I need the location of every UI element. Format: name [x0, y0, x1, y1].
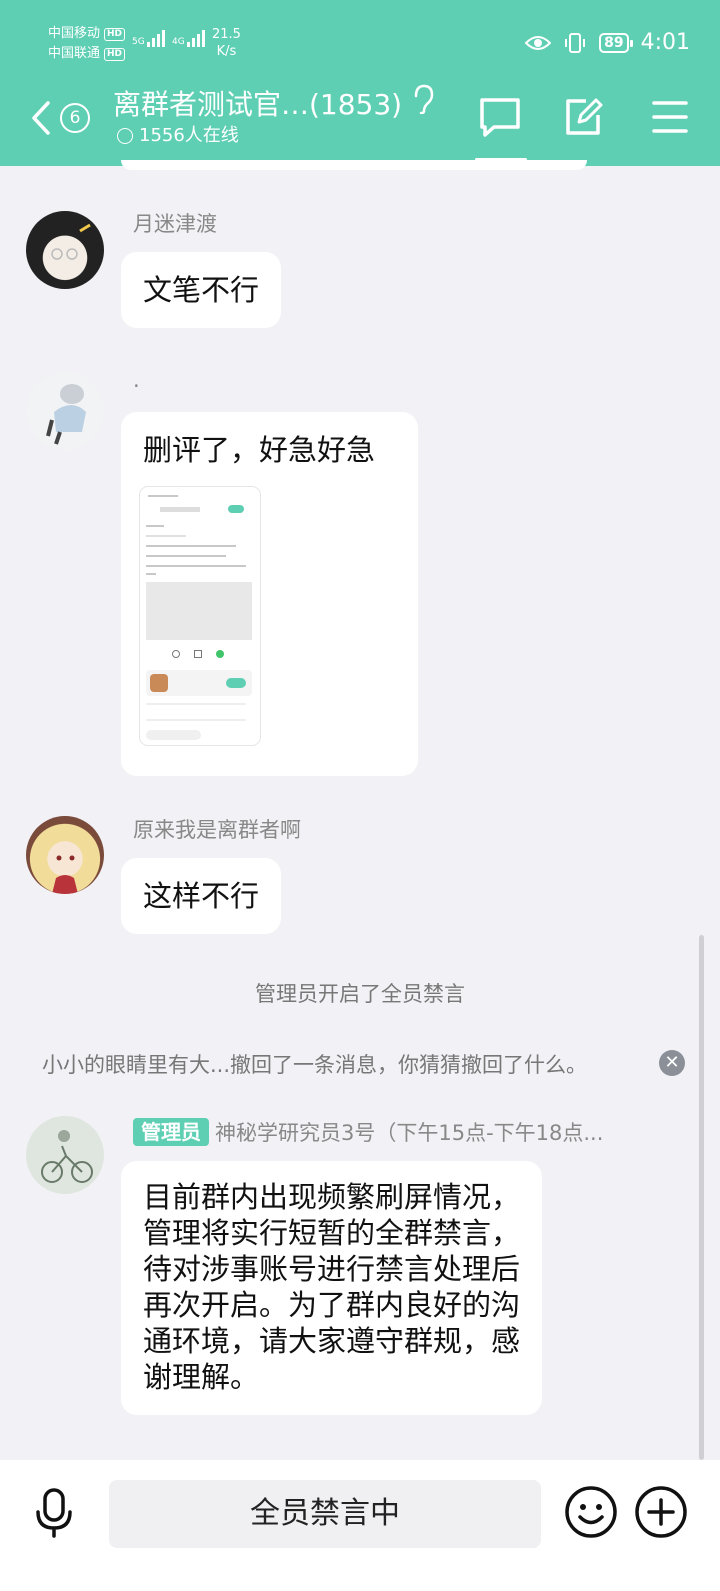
clock: 4:01 — [640, 30, 690, 55]
avatar[interactable] — [26, 372, 104, 450]
close-icon[interactable]: ✕ — [659, 1050, 685, 1076]
online-check-icon — [117, 128, 133, 144]
message-text: 删评了，好急好急 — [143, 433, 376, 467]
menu-button[interactable] — [648, 95, 692, 139]
signal-4g-icon: 4G — [172, 30, 205, 47]
admin-tag: 管理员 — [133, 1118, 209, 1146]
message-line: 再次开启。为了群内良好的沟 — [143, 1288, 521, 1322]
speed-unit: K/s — [216, 44, 237, 59]
message-input[interactable]: 全员禁言中 — [109, 1480, 541, 1548]
eye-icon — [525, 35, 552, 50]
group-title-text: 离群者测试官…(1853) — [113, 88, 403, 121]
emoji-button[interactable] — [563, 1484, 619, 1540]
system-notice: 管理员开启了全员禁言 — [255, 982, 465, 1006]
group-title[interactable]: 离群者测试官…(1853) — [113, 84, 434, 124]
ear-icon[interactable] — [412, 84, 434, 124]
edit-button[interactable] — [562, 95, 606, 139]
plus-icon — [635, 1486, 687, 1538]
online-text: 1556人在线 — [139, 125, 239, 146]
menu-icon — [652, 101, 688, 133]
network-speed: 21.5 K/s — [212, 26, 241, 60]
admin-sender: 管理员 神秘学研究员3号（下午15点-下午18点... — [133, 1117, 603, 1147]
vibrate-icon — [565, 32, 586, 53]
message-line: 待对涉事账号进行禁言处理后 — [143, 1252, 521, 1286]
sender-name: . — [133, 368, 140, 392]
input-bar: 全员禁言中 — [0, 1460, 720, 1591]
chat-tab-button[interactable] — [478, 95, 522, 139]
message-line: 谢理解。 — [143, 1360, 260, 1394]
hd-badge: HD — [104, 47, 126, 61]
admin-message-bubble[interactable]: 目前群内出现频繁刷屏情况， 管理将实行短暂的全群禁言， 待对涉事账号进行禁言处理… — [121, 1161, 543, 1415]
avatar[interactable] — [26, 211, 104, 289]
more-button[interactable] — [633, 1484, 689, 1540]
hd-badge: HD — [104, 27, 126, 41]
carrier-1: 中国移动 — [48, 26, 101, 41]
sender-name: 原来我是离群者啊 — [133, 818, 301, 842]
unread-badge: 6 — [60, 103, 90, 133]
battery-icon: 89 — [599, 32, 634, 53]
status-right: 89 4:01 — [525, 30, 690, 55]
signal-label: 4G — [172, 37, 185, 47]
sender-name: 月迷津渡 — [133, 212, 217, 236]
edit-icon — [566, 98, 603, 135]
message-line: 目前群内出现频繁刷屏情况， — [143, 1180, 521, 1214]
online-count: 1556人在线 — [117, 124, 239, 148]
mic-icon — [36, 1488, 72, 1538]
avatar[interactable] — [26, 816, 104, 894]
previous-bubble-edge — [121, 160, 587, 170]
recall-notice: 小小的眼睛里有大...撤回了一条消息，你猜猜撤回了什么。 — [42, 1053, 588, 1077]
image-placeholder-icon — [146, 582, 252, 640]
emoji-icon — [565, 1486, 617, 1538]
signal-5g-icon: 5G — [132, 30, 165, 47]
message-line: 管理将实行短暂的全群禁言， — [143, 1216, 521, 1250]
signal-label: 5G — [132, 37, 145, 47]
avatar[interactable] — [26, 1116, 104, 1194]
scrollbar[interactable] — [699, 935, 704, 1460]
game-card — [146, 670, 252, 696]
message-bubble[interactable]: 这样不行 — [121, 858, 282, 934]
message-bubble[interactable]: 文笔不行 — [121, 252, 282, 328]
carrier-info: 中国移动 HD 中国联通 HD — [48, 24, 126, 64]
top-bar: 中国移动 HD 中国联通 HD 5G 4G 21.5 K/s 89 4:01 6 离… — [0, 0, 720, 166]
chat-list[interactable]: 月迷津渡 文笔不行 . 删评了，好急好急 原来我是离群者啊 这样不行 管理员开启… — [0, 160, 720, 1480]
chat-icon — [480, 98, 520, 137]
voice-button[interactable] — [26, 1484, 82, 1540]
speed-value: 21.5 — [212, 27, 241, 42]
message-line: 通环境，请大家遵守群规，感 — [143, 1324, 521, 1358]
back-button[interactable]: 6 — [30, 96, 100, 140]
back-icon — [32, 101, 50, 135]
carrier-2: 中国联通 — [48, 46, 101, 61]
sender-name: 神秘学研究员3号（下午15点-下午18点... — [215, 1121, 604, 1145]
screenshot-image[interactable] — [140, 487, 260, 745]
